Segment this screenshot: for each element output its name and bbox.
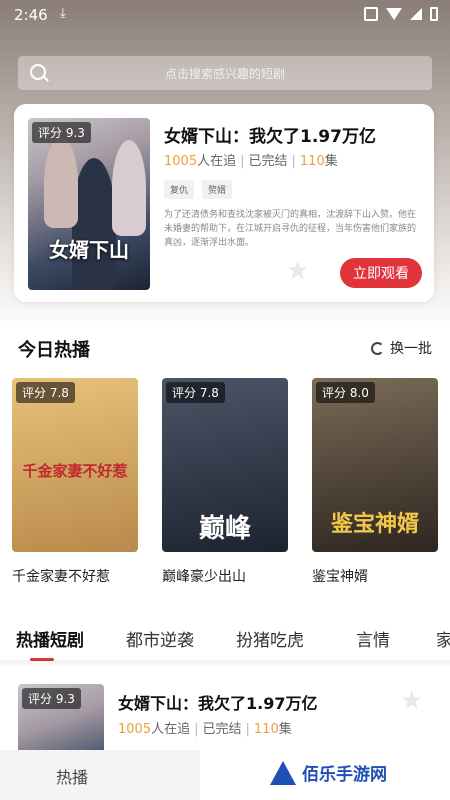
status-bar: 2:46 ⤓ — [0, 0, 450, 30]
meta-divider: | — [240, 154, 245, 169]
rating-badge: 评分 9.3 — [32, 122, 91, 143]
hot-drama-poster[interactable]: 千金家妻不好惹 评分 7.8 — [12, 378, 138, 552]
meta-divider: | — [291, 154, 296, 169]
tab-family[interactable]: 家 — [436, 626, 450, 651]
hot-drama-name[interactable]: 千金家妻不好惹 — [12, 566, 110, 586]
hot-drama-name[interactable]: 鉴宝神婿 — [312, 566, 368, 586]
tab-romance[interactable]: 言情 — [356, 626, 390, 651]
episode-count: 110 — [253, 722, 279, 737]
poster-title-art: 鉴宝神婿 — [330, 512, 419, 537]
watermark-text: 佰乐手游网 — [302, 765, 387, 785]
tag-list: 复仇 赘婿 — [164, 180, 233, 199]
refresh-button[interactable]: 换一批 — [371, 338, 432, 358]
watermark-logo-icon — [270, 760, 296, 785]
tab-hot-shorts[interactable]: 热播短剧 — [16, 626, 84, 651]
favorite-star-icon[interactable]: ★ — [400, 688, 423, 714]
section-title-today-hot: 今日热播 — [18, 340, 90, 361]
tab-underdog[interactable]: 扮猪吃虎 — [236, 626, 304, 651]
status-time: 2:46 — [14, 6, 48, 24]
featured-poster[interactable]: 女婿下山 评分 9.3 — [28, 118, 150, 290]
featured-card[interactable]: 女婿下山 评分 9.3 女婿下山：我欠了1.97万亿 1005人在追 | 已完结 | 1… — [14, 104, 434, 302]
rating-badge: 评分 8.0 — [316, 382, 375, 403]
rating-badge: 评分 7.8 — [166, 382, 225, 403]
status-icons — [364, 7, 438, 21]
favorite-star-icon[interactable]: ★ — [286, 258, 309, 284]
poster-figure — [44, 138, 78, 228]
list-item-title[interactable]: 女婿下山：我欠了1.97万亿 — [118, 690, 317, 714]
search-placeholder: 点击搜索感兴趣的短剧 — [164, 67, 285, 81]
tab-urban[interactable]: 都市逆袭 — [126, 626, 194, 651]
download-icon: ⤓ — [60, 6, 66, 21]
poster-figure — [112, 140, 146, 236]
poster-title-art: 千金家妻不好惹 — [22, 462, 128, 480]
tabs-divider — [0, 660, 450, 668]
tag[interactable]: 复仇 — [164, 180, 195, 199]
meta-divider: | — [245, 722, 250, 737]
followers-suffix: 人在追 — [197, 154, 237, 169]
featured-description: 为了还清债务和查找沈家被灭门的真相，沈渡辞下山入赘。他在未婚妻的帮助下，在江城开… — [164, 210, 417, 248]
hot-drama-poster[interactable]: 鉴宝神婿 评分 8.0 — [312, 378, 438, 552]
rating-badge: 评分 9.3 — [22, 688, 81, 709]
poster-title-art: 巅峰 — [198, 514, 251, 544]
followers-suffix: 人在追 — [151, 722, 191, 737]
followers-count: 1005 — [118, 722, 152, 737]
featured-meta: 1005人在追 | 已完结 | 110集 — [164, 150, 338, 169]
vibrate-icon — [364, 7, 378, 21]
followers-count: 1005 — [164, 154, 198, 169]
nav-item-hot[interactable]: 热播 — [56, 764, 88, 788]
signal-icon — [410, 8, 422, 20]
list-item-meta: 1005人在追 | 已完结 | 110集 — [118, 718, 292, 737]
hot-drama-name[interactable]: 巅峰豪少出山 — [162, 566, 246, 586]
completion-status: 已完结 — [202, 722, 242, 737]
poster-title-art: 女婿下山 — [49, 238, 129, 262]
battery-icon — [430, 7, 438, 21]
search-bar[interactable]: 点击搜索感兴趣的短剧 — [18, 56, 432, 90]
hot-drama-poster[interactable]: 巅峰 评分 7.8 — [162, 378, 288, 552]
poster-figure — [72, 158, 116, 290]
wifi-icon — [386, 8, 402, 20]
featured-title[interactable]: 女婿下山：我欠了1.97万亿 — [164, 122, 376, 147]
episodes-suffix: 集 — [278, 722, 292, 737]
watch-now-button[interactable]: 立即观看 — [340, 258, 422, 288]
watermark: 佰乐手游网 — [270, 760, 387, 785]
bottom-nav: 热播 — [0, 750, 200, 800]
refresh-label: 换一批 — [390, 341, 432, 357]
tag[interactable]: 赘婿 — [202, 180, 233, 199]
category-tabs: 热播短剧 都市逆袭 扮猪吃虎 言情 家 — [0, 620, 450, 661]
meta-divider: | — [194, 722, 199, 737]
refresh-icon — [371, 341, 384, 355]
episodes-suffix: 集 — [324, 154, 338, 169]
completion-status: 已完结 — [248, 154, 288, 169]
rating-badge: 评分 7.8 — [16, 382, 75, 403]
episode-count: 110 — [299, 154, 325, 169]
